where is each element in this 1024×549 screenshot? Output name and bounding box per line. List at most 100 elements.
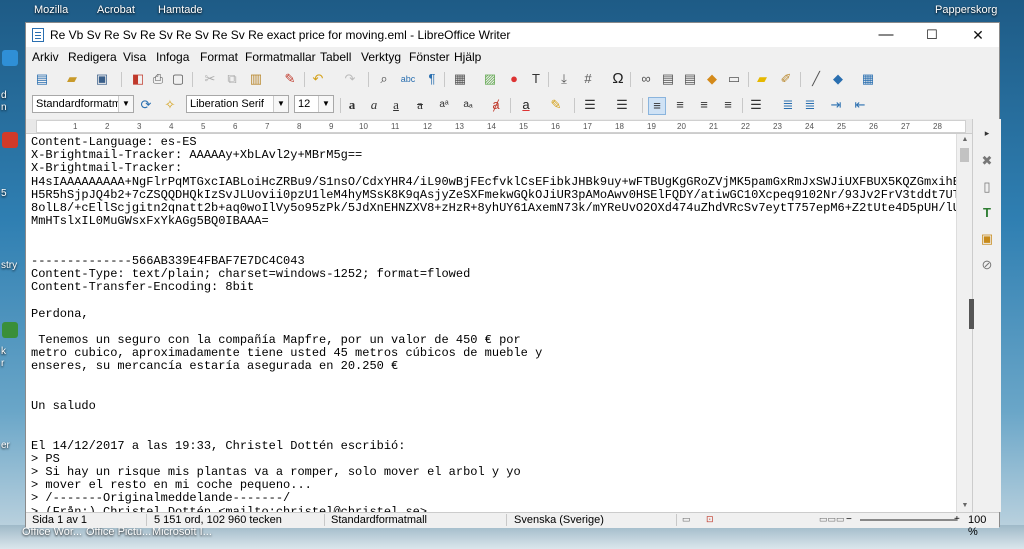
chevron-down-icon[interactable]: ▼ (273, 96, 288, 112)
increase-spacing-icon[interactable]: ≣ (780, 97, 796, 113)
italic-icon[interactable]: a (366, 97, 382, 113)
subscript-icon[interactable]: aₐ (460, 97, 476, 113)
formatting-marks-icon[interactable]: ¶ (424, 71, 440, 87)
page-icon[interactable]: ▯ (979, 179, 995, 195)
font-name-select[interactable]: Liberation Serif ▼ (186, 95, 289, 113)
status-page-style[interactable]: Standardformatmall (331, 514, 427, 526)
clear-formatting-icon[interactable]: ⱥ (488, 97, 504, 113)
undo-icon[interactable]: ↶ (310, 71, 326, 87)
highlight-icon[interactable]: ✎ (548, 97, 564, 113)
line-icon[interactable]: ╱ (808, 71, 824, 87)
document-line[interactable]: X-Brightmail-Tracker: (31, 161, 182, 175)
document-line[interactable]: 8olL8/+cEllScjgitn2qnatt2b+aq0woIlVy5o95… (31, 201, 956, 215)
menu-redigera[interactable]: Redigera (68, 50, 117, 64)
line-spacing-icon[interactable]: ☰ (748, 97, 764, 113)
footnote-icon[interactable]: ▤ (660, 71, 676, 87)
insert-textbox-icon[interactable]: T (528, 71, 544, 87)
update-style-icon[interactable]: ⟳ (138, 97, 154, 113)
close-button[interactable]: ✕ (955, 23, 1001, 47)
document-line[interactable]: MmHTslxIL0MuGWsxFxYkAGg5BQ0IBAAA= (31, 214, 269, 228)
document-line[interactable]: --------------566AB339E4FBAF7E7DC4C043 (31, 254, 305, 268)
menu-hjalp[interactable]: Hjälp (454, 50, 481, 64)
spellcheck-icon[interactable]: abc (400, 71, 416, 87)
redo-icon[interactable]: ↷ (342, 71, 358, 87)
save-icon[interactable]: ▣ (94, 71, 110, 87)
cut-icon[interactable]: ✂ (202, 71, 218, 87)
menu-infoga[interactable]: Infoga (156, 50, 189, 64)
scroll-up-icon[interactable]: ▲ (957, 134, 973, 146)
decrease-spacing-icon[interactable]: ≣ (802, 97, 818, 113)
document-line[interactable]: H5R5hSjpJQ4b2+7cZSQQDHQkIzSvJLUovii0pzU1… (31, 188, 956, 202)
justify-icon[interactable]: ≡ (720, 97, 736, 113)
document-text[interactable]: Content-Language: es-ES X-Brightmail-Tra… (31, 135, 956, 512)
special-character-icon[interactable]: Ω (610, 71, 626, 87)
document-line[interactable]: H4sIAAAAAAAAA+NgFlrPqMTGxcIABLoiHcZRBu9/… (31, 175, 956, 189)
document-line[interactable]: > PS (31, 452, 60, 466)
track-changes-icon[interactable]: ✐ (778, 71, 794, 87)
menu-tabell[interactable]: Tabell (320, 50, 351, 64)
menu-format[interactable]: Format (200, 50, 238, 64)
document-line[interactable]: Content-Language: es-ES (31, 135, 197, 149)
print-preview-icon[interactable]: ▢ (170, 71, 186, 87)
minimize-button[interactable]: — (863, 23, 909, 47)
chevron-down-icon[interactable]: ▼ (118, 96, 133, 112)
bookmark-icon[interactable]: ◆ (704, 71, 720, 87)
underline-icon[interactable]: a (388, 97, 404, 113)
sidebar-collapse-grip[interactable] (969, 299, 974, 329)
document-line[interactable]: > mover el resto en mi coche pequeno... (31, 478, 312, 492)
document-line[interactable]: X-Brightmail-Tracker: AAAAAy+XbLAvl2y+MB… (31, 148, 362, 162)
align-right-icon[interactable]: ≡ (696, 97, 712, 113)
document-line[interactable]: > /-------Originalmeddelande-------/ (31, 491, 290, 505)
find-replace-icon[interactable]: ⌕ (376, 71, 392, 87)
status-language[interactable]: Svenska (Sverige) (514, 514, 604, 526)
align-center-icon[interactable]: ≡ (672, 97, 688, 113)
insert-table-icon[interactable]: ▦ (452, 71, 468, 87)
desktop-icon-label[interactable]: Acrobat (97, 4, 135, 16)
menu-verktyg[interactable]: Verktyg (361, 50, 401, 64)
new-style-icon[interactable]: ✧ (162, 97, 178, 113)
export-pdf-icon[interactable]: ◧ (130, 71, 146, 87)
open-folder-icon[interactable]: ▰ (64, 71, 80, 87)
gallery-icon[interactable]: ▣ (979, 231, 995, 247)
desktop-icon-label[interactable]: Mozilla (34, 4, 68, 16)
document-line[interactable]: El 14/12/2017 a las 19:33, Christel Dott… (31, 439, 405, 453)
menu-fonster[interactable]: Fönster (409, 50, 450, 64)
increase-indent-icon[interactable]: ⇥ (828, 97, 844, 113)
styles-icon[interactable]: T (979, 205, 995, 221)
paragraph-style-select[interactable]: Standardformatmall ▼ (32, 95, 134, 113)
document-line[interactable]: > Si hay un risque mis plantas va a romp… (31, 465, 521, 479)
endnote-icon[interactable]: ▤ (682, 71, 698, 87)
bullet-list-icon[interactable]: ☰ (582, 97, 598, 113)
scroll-down-icon[interactable]: ▼ (957, 500, 973, 512)
document-line[interactable]: metro cubico, aproximadamente tiene uste… (31, 346, 542, 360)
zoom-in-icon[interactable]: + (954, 514, 960, 525)
chevron-down-icon[interactable]: ▼ (318, 96, 333, 112)
navigator-icon[interactable]: ⊘ (979, 257, 995, 273)
new-document-icon[interactable]: ▤ (34, 71, 50, 87)
clone-formatting-icon[interactable]: ✎ (282, 71, 298, 87)
menu-formatmallar[interactable]: Formatmallar (245, 50, 316, 64)
title-bar[interactable]: Re Vb Sv Re Sv Re Sv Re Sv Re Sv Re exac… (26, 23, 999, 47)
align-left-icon[interactable]: ≡ (648, 97, 666, 115)
print-icon[interactable]: ⎙ (150, 71, 166, 87)
draw-functions-icon[interactable]: ▦ (860, 71, 876, 87)
properties-wrench-icon[interactable]: ✖ (979, 153, 995, 169)
insert-image-icon[interactable]: ▨ (482, 71, 498, 87)
status-word-count[interactable]: 5 151 ord, 102 960 tecken (154, 514, 282, 526)
paste-icon[interactable]: ▥ (248, 71, 264, 87)
font-color-icon[interactable]: a (518, 97, 534, 113)
view-layout-icon[interactable]: ▭▭▭ (819, 514, 845, 525)
page-break-icon[interactable]: ⤓ (556, 71, 572, 87)
zoom-slider[interactable] (860, 519, 956, 521)
document-line[interactable]: Content-Type: text/plain; charset=window… (31, 267, 470, 281)
desktop-app-icon[interactable] (2, 132, 18, 148)
copy-icon[interactable]: ⧉ (224, 71, 240, 87)
bold-icon[interactable]: a (344, 97, 360, 113)
cross-reference-icon[interactable]: ▭ (726, 71, 742, 87)
superscript-icon[interactable]: aᵃ (436, 97, 452, 113)
document-area[interactable]: Content-Language: es-ES X-Brightmail-Tra… (26, 134, 956, 512)
horizontal-ruler[interactable]: 1 2 3 4 5 6 7 8 9 10 11 12 13 14 15 16 1… (26, 119, 977, 134)
desktop-icon-label[interactable]: Papperskorg (935, 4, 997, 16)
font-size-select[interactable]: 12 ▼ (294, 95, 334, 113)
basic-shapes-icon[interactable]: ◆ (830, 71, 846, 87)
